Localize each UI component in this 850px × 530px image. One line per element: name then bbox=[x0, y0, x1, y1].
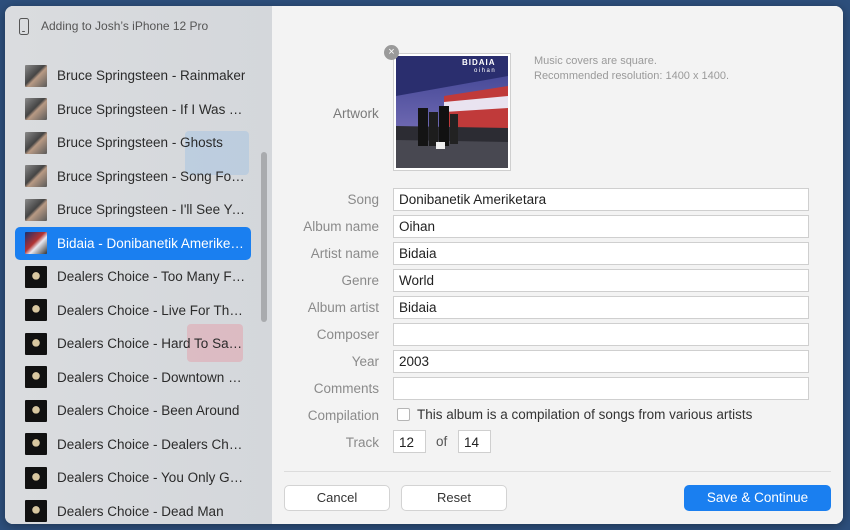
track-title: Bruce Springsteen - Song For Orphans bbox=[57, 168, 247, 184]
song-field[interactable]: Donibanetik Ameriketara bbox=[393, 188, 809, 211]
track-title: Dealers Choice - Dealers Choice bbox=[57, 436, 247, 452]
album-name-field[interactable]: Oihan bbox=[393, 215, 809, 238]
cover-album-text: oihan bbox=[474, 68, 497, 74]
sidebar: Adding to Josh’s iPhone 12 Pro Bruce Spr… bbox=[5, 6, 272, 524]
track-thumbnail bbox=[25, 332, 47, 355]
album-artist-label: Album artist bbox=[307, 300, 379, 315]
phone-icon bbox=[19, 17, 29, 35]
track-title: Bidaia - Donibanetik Ameriketara bbox=[57, 235, 247, 251]
artwork-image[interactable]: BIDAIA oihan bbox=[393, 53, 511, 171]
album-artist-field[interactable]: Bidaia bbox=[393, 296, 809, 319]
track-list-item[interactable]: Dealers Choice - Hard To Say Goodbye bbox=[15, 327, 251, 361]
compilation-label: Compilation bbox=[307, 408, 379, 423]
track-list-item[interactable]: Bidaia - Donibanetik Ameriketara bbox=[15, 226, 251, 260]
track-list-item[interactable]: Bruce Springsteen - Song For Orphans bbox=[15, 160, 251, 194]
track-list-item[interactable]: Dealers Choice - Been Around bbox=[15, 394, 251, 428]
cover-band-text: BIDAIA bbox=[462, 58, 496, 67]
track-thumbnail bbox=[25, 265, 47, 288]
metadata-panel: Artwork × BIDAIA oihan Music covers are … bbox=[272, 6, 843, 524]
track-title: Dealers Choice - Dead Man bbox=[57, 503, 224, 519]
track-title: Bruce Springsteen - Rainmaker bbox=[57, 68, 246, 84]
track-thumbnail bbox=[25, 232, 47, 255]
track-title: Dealers Choice - Too Many Fronts bbox=[57, 269, 247, 285]
track-list-item[interactable]: Bruce Springsteen - If I Was The Priest bbox=[15, 93, 251, 127]
track-title: Bruce Springsteen - Ghosts bbox=[57, 135, 223, 151]
track-label: Track bbox=[345, 435, 379, 450]
track-list-item[interactable]: Dealers Choice - Downtown Streets bbox=[15, 361, 251, 395]
composer-label: Composer bbox=[316, 327, 379, 342]
track-thumbnail bbox=[25, 64, 47, 87]
compilation-checkbox[interactable] bbox=[397, 408, 410, 421]
track-title: Dealers Choice - You Only Get One bbox=[57, 470, 247, 486]
track-thumbnail bbox=[25, 131, 47, 154]
artwork-hint: Music covers are square. Recommended res… bbox=[534, 54, 729, 83]
track-title: Bruce Springsteen - I'll See You In My D… bbox=[57, 202, 247, 218]
track-thumbnail bbox=[25, 98, 47, 121]
track-title: Bruce Springsteen - If I Was The Priest bbox=[57, 101, 247, 117]
track-list-item[interactable]: Bruce Springsteen - I'll See You In My D… bbox=[15, 193, 251, 227]
device-label: Adding to Josh’s iPhone 12 Pro bbox=[41, 19, 209, 33]
track-number-field[interactable]: 12 bbox=[393, 430, 426, 453]
track-thumbnail bbox=[25, 299, 47, 322]
track-total-field[interactable]: 14 bbox=[458, 430, 491, 453]
artist-name-label: Artist name bbox=[310, 246, 379, 261]
comments-label: Comments bbox=[313, 381, 379, 396]
song-label: Song bbox=[347, 192, 379, 207]
track-list-item[interactable]: Dealers Choice - Live For The Moment bbox=[15, 294, 251, 328]
track-list-item[interactable]: Bruce Springsteen - Ghosts bbox=[15, 126, 251, 160]
artwork-hint-line2: Recommended resolution: 1400 x 1400. bbox=[534, 69, 730, 82]
cancel-button[interactable]: Cancel bbox=[284, 485, 390, 511]
edit-metadata-window: Adding to Josh’s iPhone 12 Pro Bruce Spr… bbox=[5, 6, 843, 524]
track-thumbnail bbox=[25, 500, 47, 523]
artwork-label: Artwork bbox=[333, 106, 379, 121]
track-thumbnail bbox=[25, 433, 47, 456]
track-thumbnail bbox=[25, 466, 47, 489]
reset-button[interactable]: Reset bbox=[401, 485, 507, 511]
track-title: Dealers Choice - Been Around bbox=[57, 403, 240, 419]
sidebar-scrollbar[interactable] bbox=[261, 152, 267, 322]
composer-field[interactable] bbox=[393, 323, 809, 346]
track-thumbnail bbox=[25, 366, 47, 389]
year-label: Year bbox=[351, 354, 379, 369]
album-name-label: Album name bbox=[303, 219, 379, 234]
track-thumbnail bbox=[25, 198, 47, 221]
artist-name-field[interactable]: Bidaia bbox=[393, 242, 809, 265]
track-title: Dealers Choice - Live For The Moment bbox=[57, 302, 247, 318]
track-list-item[interactable]: Bruce Springsteen - Rainmaker bbox=[15, 59, 251, 93]
genre-label: Genre bbox=[341, 273, 379, 288]
track-list: Bruce Springsteen - Rainmaker Bruce Sprin… bbox=[15, 59, 251, 524]
year-field[interactable]: 2003 bbox=[393, 350, 809, 373]
comments-field[interactable] bbox=[393, 377, 809, 400]
track-list-item[interactable]: Dealers Choice - Dealers Choice bbox=[15, 428, 251, 462]
compilation-text: This album is a compilation of songs fro… bbox=[417, 407, 753, 422]
track-title: Dealers Choice - Downtown Streets bbox=[57, 369, 247, 385]
genre-field[interactable]: World bbox=[393, 269, 809, 292]
remove-artwork-button[interactable]: × bbox=[384, 45, 399, 60]
footer-divider bbox=[284, 471, 831, 472]
artwork-hint-line1: Music covers are square. bbox=[534, 55, 657, 67]
track-list-item[interactable]: Dealers Choice - You Only Get One bbox=[15, 461, 251, 495]
track-of-label: of bbox=[436, 434, 448, 449]
device-header: Adding to Josh’s iPhone 12 Pro bbox=[5, 6, 272, 46]
track-title: Dealers Choice - Hard To Say Goodbye bbox=[57, 336, 247, 352]
save-continue-button[interactable]: Save & Continue bbox=[684, 485, 831, 511]
track-list-item[interactable]: Dealers Choice - Too Many Fronts bbox=[15, 260, 251, 294]
track-thumbnail bbox=[25, 165, 47, 188]
track-thumbnail bbox=[25, 399, 47, 422]
track-list-item[interactable]: Dealers Choice - Dead Man bbox=[15, 495, 251, 525]
